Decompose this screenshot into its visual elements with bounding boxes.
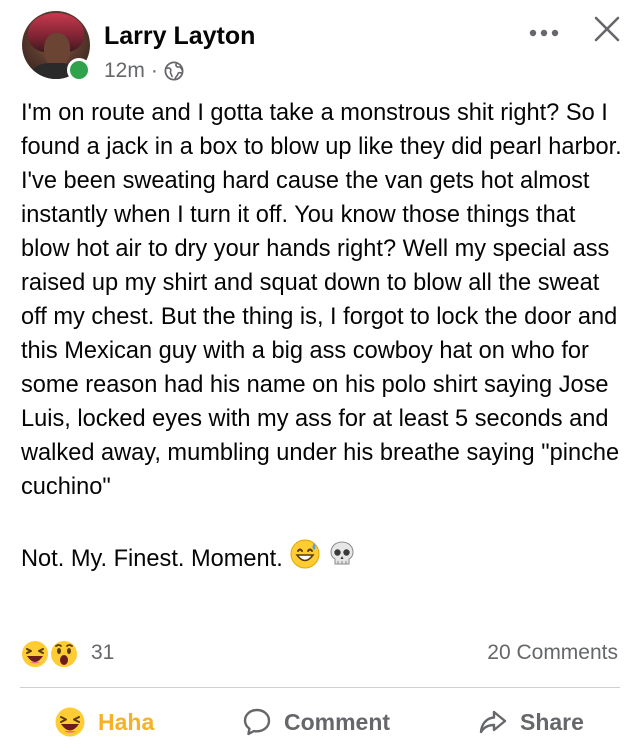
post-meta: 12m · bbox=[104, 57, 184, 85]
haha-label: Haha bbox=[98, 708, 155, 735]
reaction-icons[interactable] bbox=[20, 638, 82, 670]
post-body: I'm on route and I gotta take a monstrou… bbox=[21, 96, 627, 580]
online-status-indicator bbox=[67, 58, 91, 82]
comment-button[interactable]: Comment bbox=[242, 702, 390, 742]
avatar-face bbox=[44, 33, 70, 67]
divider bbox=[20, 687, 620, 688]
post-closing-text: Not. My. Finest. Moment. bbox=[21, 546, 283, 572]
meta-separator: · bbox=[150, 59, 158, 82]
comments-count-link[interactable]: 20 Comments bbox=[487, 641, 618, 665]
share-button[interactable]: Share bbox=[478, 702, 584, 742]
haha-reaction-icon bbox=[20, 639, 50, 669]
post-time[interactable]: 12m bbox=[104, 59, 145, 83]
comment-label: Comment bbox=[284, 708, 391, 735]
post-text: I'm on route and I gotta take a monstrou… bbox=[21, 100, 622, 500]
haha-icon bbox=[54, 706, 86, 738]
post-action-bar: Haha Comment Share bbox=[0, 694, 640, 750]
grinning-sweat-emoji bbox=[289, 538, 321, 580]
reactions-summary: 31 20 Comments bbox=[0, 636, 640, 672]
author-name[interactable]: Larry Layton bbox=[104, 22, 255, 51]
post-header: Larry Layton 12m · bbox=[0, 0, 640, 90]
comment-icon bbox=[242, 707, 272, 737]
share-label: Share bbox=[520, 708, 584, 735]
reaction-count[interactable]: 31 bbox=[91, 641, 114, 665]
wow-reaction-icon bbox=[49, 639, 79, 669]
close-button[interactable] bbox=[590, 12, 624, 46]
share-icon bbox=[478, 707, 508, 737]
more-options-button[interactable] bbox=[526, 18, 562, 48]
globe-icon bbox=[164, 61, 184, 81]
close-icon bbox=[594, 16, 620, 42]
skull-emoji bbox=[327, 539, 357, 579]
post-closing-line: Not. My. Finest. Moment. bbox=[21, 538, 627, 580]
ellipsis-icon bbox=[529, 29, 559, 37]
haha-reaction-button[interactable]: Haha bbox=[54, 702, 154, 742]
